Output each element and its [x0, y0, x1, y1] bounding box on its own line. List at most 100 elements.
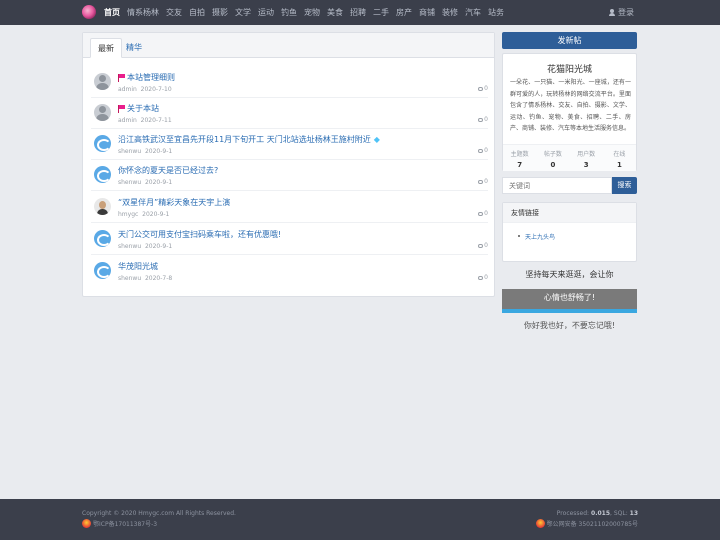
search-button[interactable]: 搜索 — [612, 177, 637, 194]
stat-threads: 主题数 7 — [503, 145, 536, 171]
nav-item[interactable]: 房产 — [396, 7, 412, 18]
site-description: 一朵花、一只猫、一米阳光、一座城，还有一群可爱的人，玩转杨林的网络交流平台。里面… — [510, 79, 631, 132]
nav-item[interactable]: 站务 — [488, 7, 504, 18]
nav-item[interactable]: 运动 — [258, 7, 274, 18]
nav-item[interactable]: 二手 — [373, 7, 389, 18]
stat-value: 0 — [550, 161, 556, 169]
avatar[interactable] — [94, 198, 111, 215]
thread-row[interactable]: 华茂阳光城 shenwu 2020-7-8 0 — [91, 256, 488, 287]
nav-item[interactable]: 汽车 — [465, 7, 481, 18]
user-icon — [609, 9, 615, 16]
thread-author[interactable]: shenwu — [118, 148, 141, 155]
thread-date: 2020-9-1 — [144, 179, 173, 186]
banner-accent-bar — [502, 309, 637, 313]
thread-title[interactable]: 本站管理细则 — [127, 72, 175, 83]
thread-author[interactable]: shenwu — [118, 179, 141, 186]
thread-row[interactable]: “双星伴月”精彩天象在天宇上演 hmygc 2020-9-1 0 — [91, 192, 488, 223]
thread-title[interactable]: 沿江高铁武汉至宜昌先开段11月下旬开工 天门北站选址杨林王施村附近 — [118, 134, 371, 145]
site-logo[interactable] — [82, 5, 96, 19]
slogan-banner: 心情也舒畅了! — [502, 289, 637, 313]
thread-author[interactable]: shenwu — [118, 243, 141, 250]
search-input[interactable] — [502, 177, 612, 194]
thread-date: 2020-7-11 — [140, 117, 172, 124]
slogan-banner-text: 心情也舒畅了! — [543, 293, 596, 302]
reply-count: 0 — [484, 116, 488, 123]
stat-label: 帖子数 — [543, 151, 562, 158]
thread-title[interactable]: 你怀念的夏天是否已经过去? — [118, 165, 218, 176]
avatar[interactable] — [94, 262, 111, 279]
stat-label: 用户数 — [577, 151, 596, 158]
nav-item[interactable]: 商铺 — [419, 7, 435, 18]
thread-title[interactable]: 华茂阳光城 — [118, 261, 158, 272]
thread-row[interactable]: 本站管理细则 admin 2020-7-10 0 — [91, 67, 488, 98]
sticky-flag-icon — [118, 105, 125, 113]
police-record-link[interactable]: 鄂公网安备 35021102000785号 — [547, 519, 638, 528]
thread-author[interactable]: shenwu — [118, 275, 141, 282]
footer: Copyright © 2020 Hmygc.com All Rights Re… — [0, 499, 720, 540]
comment-icon — [478, 148, 484, 153]
thread-row[interactable]: 沿江高铁武汉至宜昌先开段11月下旬开工 天门北站选址杨林王施村附近 ◆ shenw… — [91, 129, 488, 160]
reply-count: 0 — [484, 85, 488, 92]
nav-item[interactable]: 钓鱼 — [281, 7, 297, 18]
thread-title[interactable]: 关于本站 — [127, 103, 159, 114]
nav-item[interactable]: 自拍 — [189, 7, 205, 18]
avatar[interactable] — [94, 135, 111, 152]
avatar[interactable] — [94, 104, 111, 121]
thread-row[interactable]: 天门公交可用支付宝扫码乘车啦，还有优惠哦! shenwu 2020-9-1 0 — [91, 224, 488, 255]
tab-latest[interactable]: 最新 — [90, 38, 122, 58]
nav-item[interactable]: 装修 — [442, 7, 458, 18]
top-navbar: 首页 情系杨林 交友 自拍 摄影 文学 运动 钓鱼 宠物 美食 招聘 二手 房产… — [0, 0, 720, 25]
nav-item[interactable]: 情系杨林 — [127, 7, 159, 18]
stat-posts: 帖子数 0 — [536, 145, 569, 171]
nav-item[interactable]: 摄影 — [212, 7, 228, 18]
stat-value: 3 — [583, 161, 589, 169]
processed-value: 0.015 — [591, 510, 610, 517]
comment-icon — [478, 275, 484, 280]
friend-link[interactable]: 天上九头鸟 — [517, 232, 555, 241]
avatar[interactable] — [94, 166, 111, 183]
nav-item[interactable]: 招聘 — [350, 7, 366, 18]
thread-title[interactable]: “双星伴月”精彩天象在天宇上演 — [118, 197, 230, 208]
nav-item[interactable]: 宠物 — [304, 7, 320, 18]
comment-icon — [478, 179, 484, 184]
thread-row[interactable]: 关于本站 admin 2020-7-11 0 — [91, 98, 488, 129]
copyright: Copyright © 2020 Hmygc.com All Rights Re… — [82, 510, 236, 517]
site-name: 花猫阳光城 — [546, 65, 592, 75]
thread-date: 2020-9-1 — [142, 211, 170, 218]
slogan-text-2: 你好我也好，不要忘记哦! — [523, 321, 616, 330]
processed-info: Processed: 0.015, SQL: 13 — [557, 510, 638, 517]
thread-title[interactable]: 天门公交可用支付宝扫码乘车啦，还有优惠哦! — [118, 229, 281, 240]
stat-value: 1 — [616, 161, 622, 169]
sql-label: , SQL: — [610, 510, 628, 517]
thread-author[interactable]: hmygc — [118, 211, 138, 218]
main-nav: 首页 情系杨林 交友 自拍 摄影 文学 运动 钓鱼 宠物 美食 招聘 二手 房产… — [104, 0, 511, 25]
slogan-text: 坚持每天来逛逛，会让你 — [525, 270, 614, 279]
thread-author[interactable]: admin — [118, 117, 137, 124]
tab-featured[interactable]: 精华 — [119, 38, 149, 58]
comment-icon — [478, 243, 484, 248]
icp-badge-icon — [82, 519, 91, 528]
nav-item[interactable]: 美食 — [327, 7, 343, 18]
nav-item[interactable]: 文学 — [235, 7, 251, 18]
comment-icon — [478, 86, 484, 91]
nav-item-home[interactable]: 首页 — [104, 7, 120, 18]
stat-label: 在线 — [613, 151, 626, 158]
avatar[interactable] — [94, 230, 111, 247]
friend-links-title: 友情链接 — [503, 203, 636, 223]
thread-row[interactable]: 你怀念的夏天是否已经过去? shenwu 2020-9-1 0 — [91, 160, 488, 191]
stat-online: 在线 1 — [603, 145, 636, 171]
nav-item[interactable]: 交友 — [166, 7, 182, 18]
stat-label: 主题数 — [510, 151, 529, 158]
new-post-button[interactable]: 发新帖 — [502, 32, 637, 49]
avatar[interactable] — [94, 73, 111, 90]
reply-count: 0 — [484, 274, 488, 281]
thread-author[interactable]: admin — [118, 86, 137, 93]
sql-value: 13 — [629, 510, 638, 517]
sticky-flag-icon — [118, 74, 125, 82]
reply-count: 0 — [484, 178, 488, 185]
thread-date: 2020-9-1 — [144, 243, 173, 250]
comment-icon — [478, 211, 484, 216]
thread-date: 2020-9-1 — [144, 148, 173, 155]
login-link[interactable]: 登录 — [609, 7, 634, 18]
icp-link[interactable]: 鄂ICP备17011387号-3 — [93, 519, 157, 528]
